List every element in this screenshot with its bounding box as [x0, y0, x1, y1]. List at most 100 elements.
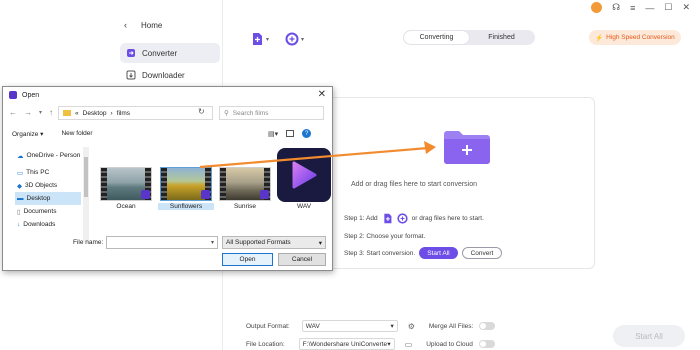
merge-label: Merge All Files:: [428, 322, 474, 330]
menu-icon[interactable]: ≡: [630, 3, 635, 13]
tree-item-desktop[interactable]: ▬ Desktop: [15, 192, 81, 205]
dialog-toolbar: Organize ▾ New folder: [12, 130, 93, 138]
view-controls: ▤▾ ?: [268, 129, 312, 138]
chevron-down-icon: ▾: [210, 240, 214, 246]
file-location-label: File Location:: [246, 340, 285, 348]
start-all-button[interactable]: Start All: [613, 325, 685, 347]
folder-add-icon: [444, 131, 490, 164]
search-placeholder: Search films: [232, 109, 269, 117]
file-label-ocean[interactable]: Ocean: [98, 203, 154, 210]
close-icon[interactable]: ✕: [682, 2, 690, 13]
close-icon[interactable]: ✕: [318, 89, 326, 100]
output-format-label: Output Format:: [246, 322, 290, 330]
sidebar-item-label: Downloader: [142, 70, 185, 80]
file-name-input[interactable]: ▾: [106, 236, 218, 249]
tree-item-3d-objects[interactable]: ◆ 3D Objects: [15, 179, 81, 192]
chevron-down-icon: ▾: [301, 36, 305, 43]
merge-toggle[interactable]: [479, 322, 496, 330]
chevron-down-icon: ▾: [387, 341, 391, 348]
downloader-icon: [126, 70, 136, 80]
video-badge-icon: [260, 190, 269, 199]
navigation-tree: ☁ OneDrive - Person ▭ This PC ◆ 3D Objec…: [15, 149, 81, 231]
folder-icon: [63, 110, 71, 116]
back-chevron-icon: ‹: [124, 20, 127, 30]
cancel-button[interactable]: Cancel: [278, 253, 326, 266]
add-media-button[interactable]: ▾: [285, 32, 304, 46]
file-thumbnail-sunrise[interactable]: [219, 167, 271, 201]
tree-item-label: 3D Objects: [25, 182, 58, 189]
file-location-select[interactable]: F:\Wondershare UniConverter 1 ▾: [298, 338, 395, 350]
file-name-label: File name:: [73, 239, 104, 246]
search-icon: ⚲: [224, 110, 229, 117]
address-bar[interactable]: « Desktop › films: [58, 106, 213, 120]
avatar[interactable]: [591, 2, 603, 13]
home-nav[interactable]: ‹ Home: [124, 20, 162, 30]
file-type-value: All Supported Formats: [226, 239, 291, 246]
folder-icon[interactable]: ▭: [405, 340, 413, 349]
tree-item-downloads[interactable]: ↓ Downloads: [15, 218, 81, 231]
chevron-down-icon: ▾: [266, 36, 270, 43]
high-speed-conversion-button[interactable]: ⚡ High Speed Conversion: [589, 30, 681, 45]
output-format-select[interactable]: WAV ▾: [301, 320, 398, 332]
up-arrow-icon[interactable]: ↑: [49, 108, 53, 117]
file-location-row: File Location: F:\Wondershare UniConvert…: [246, 338, 495, 350]
file-type-select[interactable]: All Supported Formats ▾: [222, 236, 326, 249]
tree-scrollbar[interactable]: [83, 147, 89, 242]
sidebar-item-converter[interactable]: Converter: [120, 43, 220, 63]
tree-item-onedrive[interactable]: ☁ OneDrive - Person: [15, 149, 81, 162]
tree-item-label: OneDrive - Person: [26, 152, 81, 159]
file-label-sunflowers[interactable]: Sunflowers: [158, 203, 214, 210]
upload-label: Upload to Cloud: [426, 340, 473, 348]
tab-finished[interactable]: Finished: [469, 31, 534, 44]
step-2: Step 2: Choose your format.: [344, 233, 425, 240]
step-1: Step 1: Add or drag files here to start.: [344, 213, 484, 224]
sidebar-item-label: Converter: [142, 48, 178, 58]
tab-converting[interactable]: Converting: [404, 31, 469, 44]
upload-toggle[interactable]: [478, 340, 495, 348]
refresh-icon[interactable]: ↻: [198, 107, 205, 116]
file-thumbnail-sunflowers[interactable]: [160, 167, 212, 201]
output-format-row: Output Format: WAV ▾ ⚙ Merge All Files:: [246, 320, 496, 332]
open-file-dialog: Open ✕ ← → ▾ ↑ « Desktop › films ↻ ⚲ Sea…: [2, 86, 333, 271]
maximize-icon[interactable]: ☐: [664, 2, 672, 13]
settings-icon[interactable]: ⚙: [408, 322, 415, 331]
tree-item-this-pc[interactable]: ▭ This PC: [15, 166, 81, 179]
uniconverter-window: ‹ Home Converter Downloader ☊ ≡ — ☐ ✕ ▾ …: [0, 0, 700, 350]
computer-icon: ▭: [17, 169, 24, 177]
chevron-right-icon: ›: [110, 109, 113, 117]
start-all-pill: Start All: [419, 247, 458, 259]
dialog-title: Open: [22, 91, 40, 99]
tree-item-label: Desktop: [26, 195, 51, 202]
play-icon: [292, 161, 317, 189]
help-icon[interactable]: ?: [302, 129, 312, 138]
open-button[interactable]: Open: [222, 253, 273, 266]
forward-arrow-icon[interactable]: →: [24, 108, 32, 117]
file-label-sunrise[interactable]: Sunrise: [217, 203, 273, 210]
add-file-icon: [253, 33, 262, 45]
add-media-icon[interactable]: [397, 213, 408, 224]
sidebar-item-downloader[interactable]: Downloader: [120, 65, 220, 85]
file-thumbnail-ocean[interactable]: [100, 167, 152, 201]
breadcrumb-films[interactable]: films: [117, 110, 130, 117]
view-options-icon[interactable]: ▤▾: [268, 130, 278, 138]
chevron-down-icon[interactable]: ▾: [39, 109, 42, 116]
file-label-wav[interactable]: WAV: [276, 203, 332, 210]
step1-text-b: or drag files here to start.: [411, 215, 484, 222]
add-files-button[interactable]: ▾: [250, 32, 269, 46]
search-input[interactable]: ⚲ Search films: [219, 106, 324, 120]
title-bar-controls: ☊ ≡ — ☐ ✕: [591, 2, 690, 13]
convert-pill: Convert: [461, 247, 503, 259]
minimize-icon[interactable]: —: [645, 3, 654, 13]
organize-button[interactable]: Organize ▾: [12, 130, 43, 138]
support-icon[interactable]: ☊: [612, 2, 620, 13]
breadcrumb-desktop[interactable]: Desktop: [83, 110, 107, 117]
tree-item-documents[interactable]: ▯ Documents: [15, 205, 81, 218]
file-thumbnail-wav[interactable]: [277, 148, 331, 202]
new-folder-button[interactable]: New folder: [61, 130, 92, 138]
add-media-icon: [285, 32, 299, 46]
app-logo-icon: [9, 91, 17, 99]
add-file-icon[interactable]: [382, 213, 393, 224]
preview-pane-icon[interactable]: [286, 130, 295, 137]
back-arrow-icon[interactable]: ←: [9, 108, 17, 117]
converter-icon: [126, 48, 136, 58]
